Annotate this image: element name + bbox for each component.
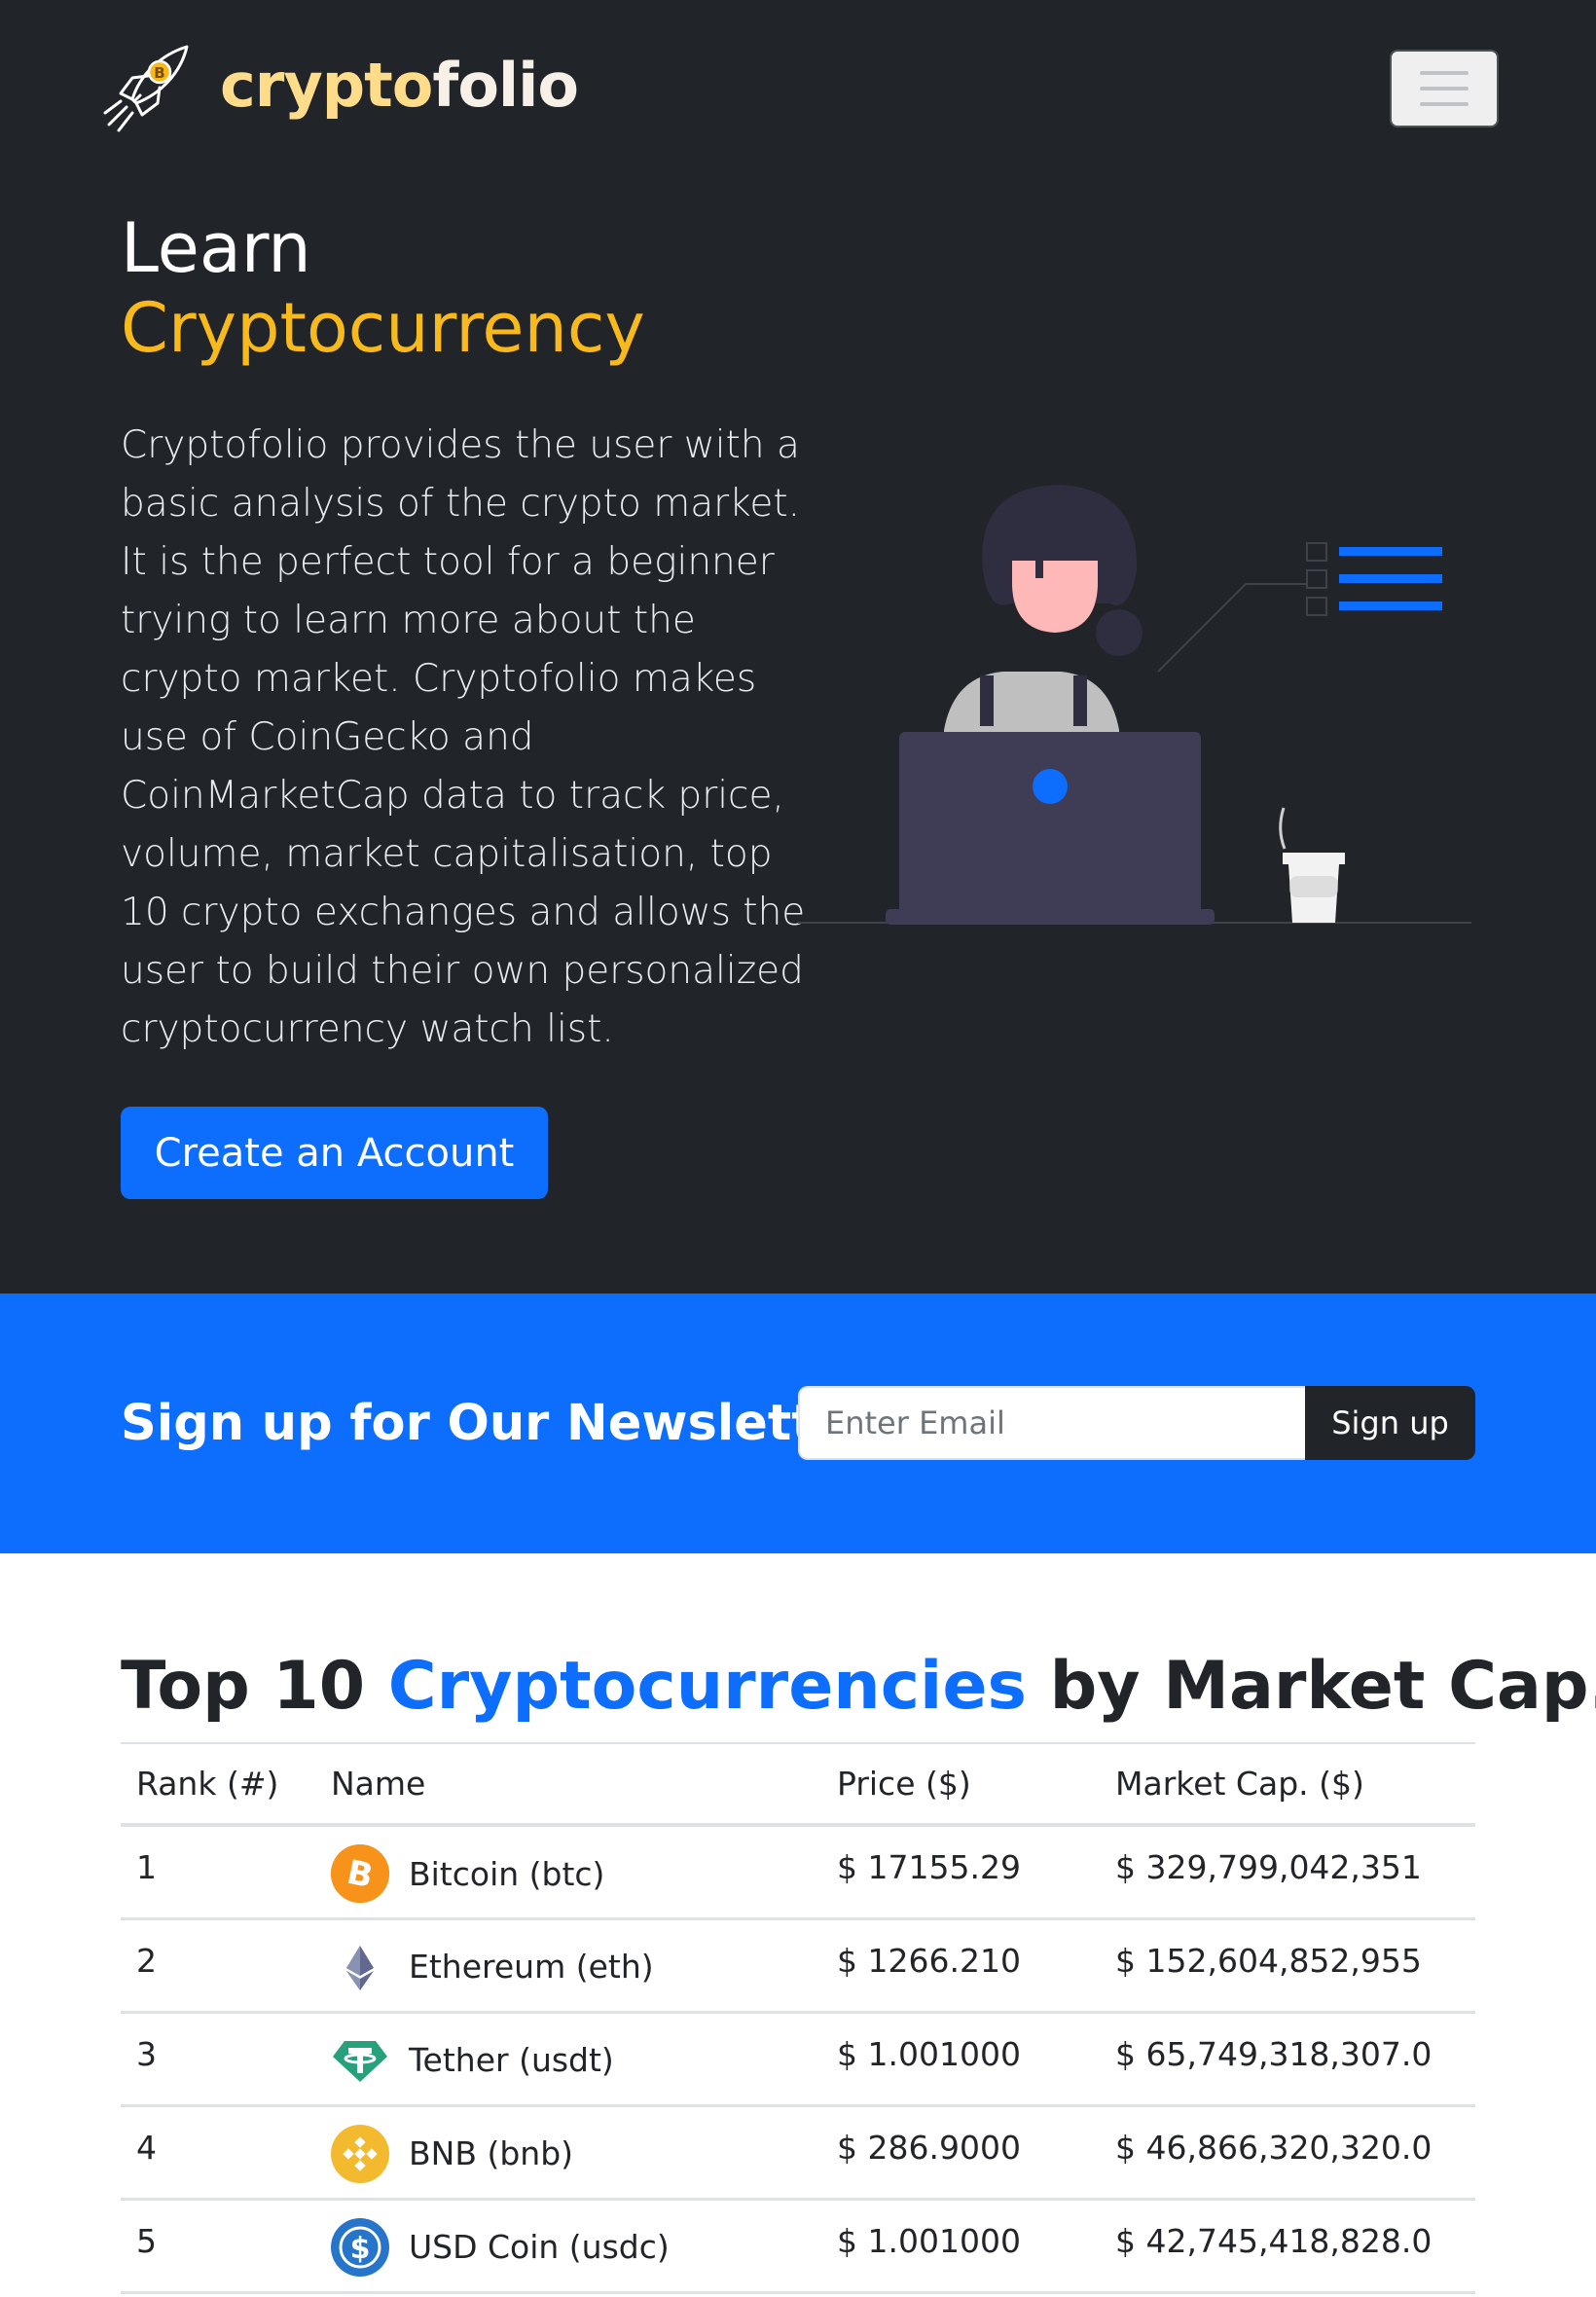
coin-name[interactable]: USD Coin (usdc) (409, 2228, 670, 2266)
price-cell: $ 1.001000 (837, 2221, 1021, 2260)
coin-name[interactable]: Bitcoin (btc) (409, 1855, 604, 1893)
table-row[interactable]: 1 B Bitcoin (btc) $ 17155.29 $ 329,799,0… (121, 1825, 1475, 1918)
hero-title: Learn Cryptocurrency (121, 208, 645, 368)
table-header-row: Rank (#) Name Price ($) Market Cap. ($) (121, 1743, 1475, 1825)
header-price: Price ($) (837, 1765, 971, 1803)
price-cell: $ 1266.210 (837, 1941, 1021, 1980)
svg-text:B: B (154, 64, 164, 82)
table-row[interactable]: 2 Ethereum (eth) $ 1266.210 $ 152,604,85… (121, 1918, 1475, 2012)
market-cap-cell: $ 152,604,852,955 (1115, 1941, 1422, 1980)
price-cell: $ 1.001000 (837, 2034, 1021, 2073)
svg-text:$: $ (350, 2232, 371, 2266)
hero-title-line2: Cryptocurrency (121, 288, 645, 368)
name-cell: B Bitcoin (btc) (315, 1825, 821, 1918)
header-rank: Rank (#) (136, 1765, 279, 1803)
newsletter-title: Sign up for Our Newsletter (121, 1395, 874, 1452)
price-cell: $ 17155.29 (837, 1848, 1021, 1886)
market-cap-cell: $ 329,799,042,351 (1115, 1848, 1422, 1886)
top-coins-title: Top 10 Cryptocurrencies by Market Cap. (121, 1645, 1596, 1729)
rank-cell: 4 (136, 2128, 157, 2167)
hamburger-bar (1420, 102, 1469, 106)
table-row[interactable]: 3 Tether (usdt) $ 1.001000 $ 65,749,318,… (121, 2012, 1475, 2105)
market-cap-cell: $ 42,745,418,828.0 (1115, 2221, 1433, 2260)
create-account-button[interactable]: Create an Account (121, 1107, 548, 1199)
rank-cell: 5 (136, 2221, 157, 2260)
name-cell: $ USD Coin (usdc) (315, 2199, 821, 2292)
name-cell: Ethereum (eth) (315, 1918, 821, 2012)
newsletter-signup-button[interactable]: Sign up (1305, 1386, 1475, 1460)
top-coins-table: Rank (#) Name Price ($) Market Cap. ($) … (121, 1742, 1475, 2294)
bitcoin-icon: B (331, 1844, 389, 1903)
rank-cell: 2 (136, 1941, 157, 1980)
usdc-icon: $ (331, 2217, 389, 2277)
market-cap-cell: $ 65,749,318,307.0 (1115, 2034, 1433, 2073)
rank-cell: 3 (136, 2034, 157, 2073)
hamburger-bar (1420, 87, 1469, 91)
rank-cell: 1 (136, 1848, 157, 1886)
table-row[interactable]: 4 BNB (bnb) $ 286.9000 $ 46,866,320,320.… (121, 2105, 1475, 2199)
top-coins-title-accent: Cryptocurrencies (387, 1648, 1027, 1725)
brand-name-part2: folio (432, 49, 579, 121)
newsletter-email-input[interactable] (798, 1386, 1306, 1460)
top-coins-title-suffix: by Market Cap. (1026, 1648, 1596, 1725)
table-row[interactable]: 5 $ USD Coin (usdc) $ 1.001000 $ 42,745,… (121, 2199, 1475, 2292)
price-cell: $ 286.9000 (837, 2128, 1021, 2167)
coin-name[interactable]: Tether (usdt) (409, 2041, 614, 2079)
hero-section: B cryptofolio Learn Cryptocurrency Crypt… (0, 0, 1596, 1294)
brand-name-part1: crypto (220, 49, 433, 121)
coin-name[interactable]: Ethereum (eth) (409, 1948, 654, 1986)
name-cell: BNB (bnb) (315, 2105, 821, 2199)
bnb-icon (331, 2124, 389, 2183)
brand-link[interactable]: B cryptofolio (97, 39, 579, 136)
hero-title-line1: Learn (121, 208, 311, 288)
hero-description: Cryptofolio provides the user with a bas… (121, 423, 806, 1051)
market-cap-cell: $ 46,866,320,320.0 (1115, 2128, 1433, 2167)
brand-name: cryptofolio (220, 49, 579, 121)
header-name: Name (331, 1765, 426, 1803)
coin-name[interactable]: BNB (bnb) (409, 2134, 573, 2172)
hamburger-bar (1420, 71, 1469, 75)
header-market-cap: Market Cap. ($) (1115, 1765, 1364, 1803)
navbar: B cryptofolio (0, 0, 1596, 175)
name-cell: Tether (usdt) (315, 2012, 821, 2105)
person-at-laptop-illustration (798, 485, 1471, 925)
newsletter-section: Sign up for Our Newsletter Sign up (0, 1294, 1596, 1553)
navbar-toggler[interactable] (1390, 50, 1499, 128)
rocket-bitcoin-icon: B (103, 45, 189, 132)
ethereum-icon (331, 1938, 389, 1996)
tether-icon (331, 2031, 389, 2090)
top-coins-title-prefix: Top 10 (121, 1648, 388, 1725)
